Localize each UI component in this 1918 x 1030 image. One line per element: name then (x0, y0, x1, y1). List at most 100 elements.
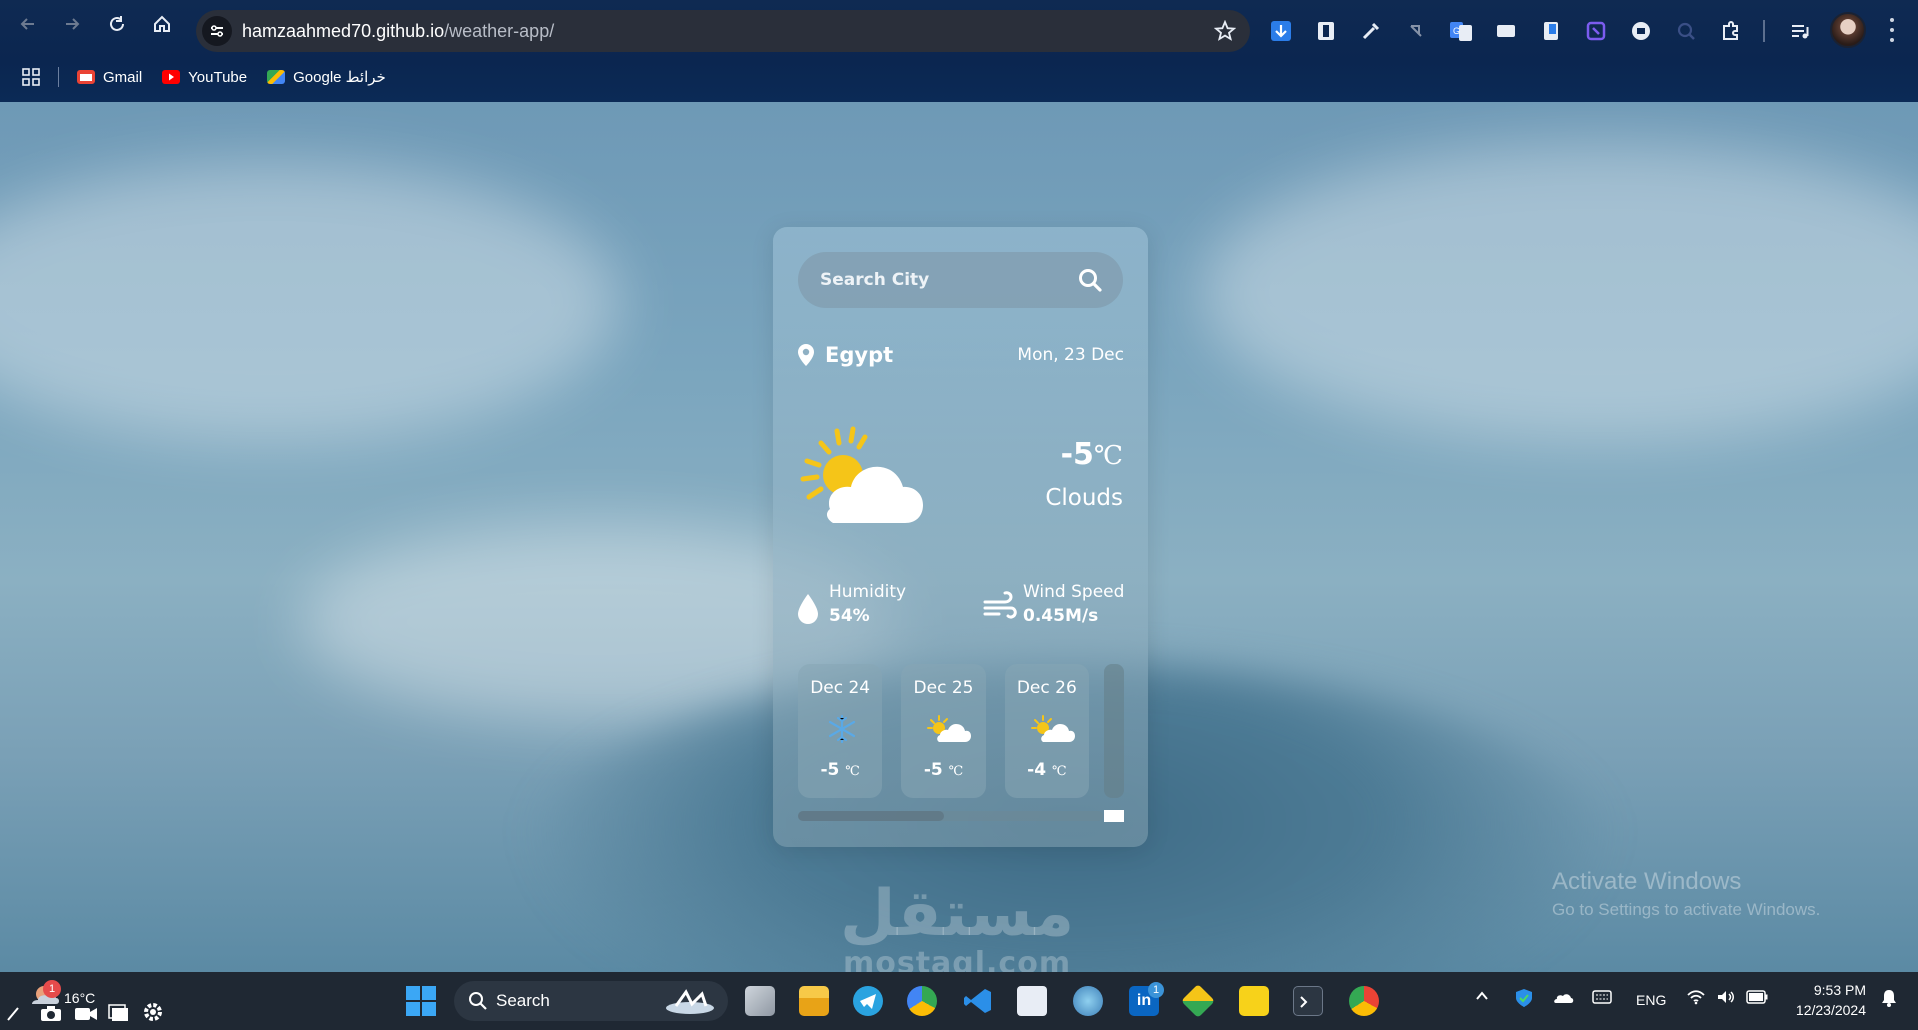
media-playlist-icon[interactable] (1787, 18, 1813, 44)
windows-start-icon[interactable] (406, 986, 436, 1016)
apps-grid-icon[interactable] (22, 68, 40, 86)
extensions-row: G (1268, 13, 1832, 49)
snipping-tool-icon[interactable] (1017, 986, 1047, 1016)
background-cloud (0, 162, 620, 442)
url-path: /weather-app/ (444, 20, 555, 41)
onedrive-icon[interactable] (1552, 990, 1574, 1007)
browser-menu-icon[interactable] (1882, 18, 1902, 42)
settings-gear-icon[interactable] (142, 1003, 164, 1022)
battery-icon[interactable] (1746, 990, 1768, 1007)
scrollbar-thumb[interactable] (798, 811, 945, 821)
forecast-temp: -4 ℃ (1005, 760, 1089, 780)
defender-icon[interactable] (1514, 988, 1534, 1011)
volume-icon[interactable] (1716, 989, 1736, 1008)
task-view-icon[interactable] (745, 986, 775, 1016)
weather-condition: Clouds (1045, 485, 1123, 511)
bookmark-star-icon[interactable] (1213, 19, 1237, 46)
watermark-latin: mostaql.com (842, 946, 1072, 972)
bookmark-label: YouTube (188, 68, 248, 86)
translate-extension-icon[interactable]: G (1448, 18, 1474, 44)
city-search-input[interactable] (820, 270, 1060, 290)
current-temperature: -5℃ (1061, 437, 1123, 472)
show-hidden-icons[interactable] (1474, 988, 1490, 1007)
back-button[interactable] (14, 10, 42, 38)
eyedropper-extension-icon[interactable] (1358, 18, 1384, 44)
wifi-icon[interactable] (1686, 989, 1706, 1008)
sticky-notes-icon[interactable] (1239, 986, 1269, 1016)
wind-icon (983, 591, 1017, 619)
home-button[interactable] (148, 10, 176, 38)
telegram-icon[interactable] (853, 986, 883, 1016)
chrome-icon[interactable] (1349, 986, 1379, 1016)
taskbar-search[interactable]: Search (454, 981, 728, 1021)
arrow-extension-icon[interactable] (1403, 18, 1429, 44)
screen-extension-icon[interactable] (1493, 18, 1519, 44)
background-cloud (1200, 142, 1918, 442)
search-extension-icon[interactable] (1673, 18, 1699, 44)
forecast-list[interactable]: Dec 24 -5 ℃ Dec 25 -5 ℃ Dec 26 -4 ℃ (798, 664, 1108, 798)
camera-icon[interactable] (40, 1004, 62, 1022)
humidity-label: Humidity (829, 582, 907, 602)
search-icon (469, 992, 487, 1010)
water-drop-icon (798, 594, 818, 624)
url-text[interactable]: hamzaahmed70.github.io/weather-app/ (242, 21, 554, 42)
input-language[interactable]: ENG (1636, 992, 1666, 1008)
video-icon[interactable] (74, 1004, 97, 1022)
forecast-horizontal-scrollbar[interactable] (798, 811, 1103, 821)
browser-chrome: hamzaahmed70.github.io/weather-app/ G Gm… (0, 0, 1918, 102)
search-highlight-icon (666, 989, 714, 1014)
bookmark-google-maps[interactable]: Google خرائط (267, 68, 386, 86)
bookmark-label: Google خرائط (293, 69, 386, 86)
system-clock[interactable]: 9:53 PM 12/23/2024 (1786, 980, 1866, 1020)
wind-value: 0.45M/s (1023, 606, 1099, 626)
copy-icon[interactable] (108, 1004, 130, 1022)
quick-icons (6, 1003, 176, 1022)
forecast-temp: -5 ℃ (901, 760, 985, 780)
pen-icon[interactable] (6, 1004, 28, 1022)
forecast-temp-unit: ℃ (948, 764, 964, 779)
wind-stat: Wind Speed 0.45M/s (983, 582, 1124, 630)
vscode-icon[interactable] (963, 986, 993, 1016)
globe-app-icon[interactable] (1073, 986, 1103, 1016)
taskbar: 1 16°C Search in 1 ENG 9:53 PM 12/23/202… (0, 972, 1918, 1030)
partly-cloudy-icon (1030, 714, 1075, 744)
file-explorer-icon[interactable] (799, 986, 829, 1016)
forecast-temp-value: -4 (1027, 760, 1047, 780)
partly-cloudy-large-icon (793, 423, 923, 533)
search-icon[interactable] (1077, 267, 1103, 293)
forecast-temp-value: -5 (820, 760, 840, 780)
forward-button[interactable] (58, 10, 86, 38)
profile-avatar[interactable] (1830, 12, 1866, 48)
url-host: hamzaahmed70.github.io (242, 20, 445, 41)
keyboard-icon[interactable] (1592, 990, 1612, 1007)
notification-badge: 1 (43, 980, 61, 998)
terminal-icon[interactable] (1293, 986, 1323, 1016)
bracket-extension-icon[interactable] (1583, 18, 1609, 44)
forecast-temp-value: -5 (923, 760, 943, 780)
forecast-date: Dec 24 (810, 678, 871, 698)
reload-button[interactable] (103, 10, 131, 38)
wind-label: Wind Speed (1023, 582, 1125, 602)
site-info-icon[interactable] (202, 16, 232, 46)
location-pin-icon (797, 343, 815, 367)
chrome-dev-icon[interactable] (907, 986, 937, 1016)
arrow-left-icon (20, 18, 34, 30)
reader-extension-icon[interactable] (1313, 18, 1339, 44)
puzzle-extensions-icon[interactable] (1718, 18, 1744, 44)
temperature-unit: ℃ (1093, 441, 1123, 471)
forecast-temp-unit: ℃ (845, 764, 860, 779)
forecast-vertical-scrollbar[interactable] (1104, 664, 1124, 798)
city-name: Egypt (825, 343, 894, 367)
bookmark-youtube[interactable]: YouTube (162, 69, 247, 86)
docs-extension-icon[interactable] (1538, 18, 1564, 44)
forecast-date: Dec 26 (1016, 678, 1077, 698)
home-icon (154, 15, 170, 32)
gitkraken-icon[interactable] (1181, 984, 1215, 1018)
current-date: Mon, 23 Dec (1017, 345, 1124, 365)
search-box (798, 252, 1123, 308)
download-extension-icon[interactable] (1268, 18, 1294, 44)
address-bar[interactable]: hamzaahmed70.github.io/weather-app/ (196, 10, 1250, 52)
notification-bell-icon[interactable] (1880, 989, 1898, 1010)
bookmark-gmail[interactable]: Gmail (77, 69, 142, 86)
circle-extension-icon[interactable] (1628, 18, 1654, 44)
